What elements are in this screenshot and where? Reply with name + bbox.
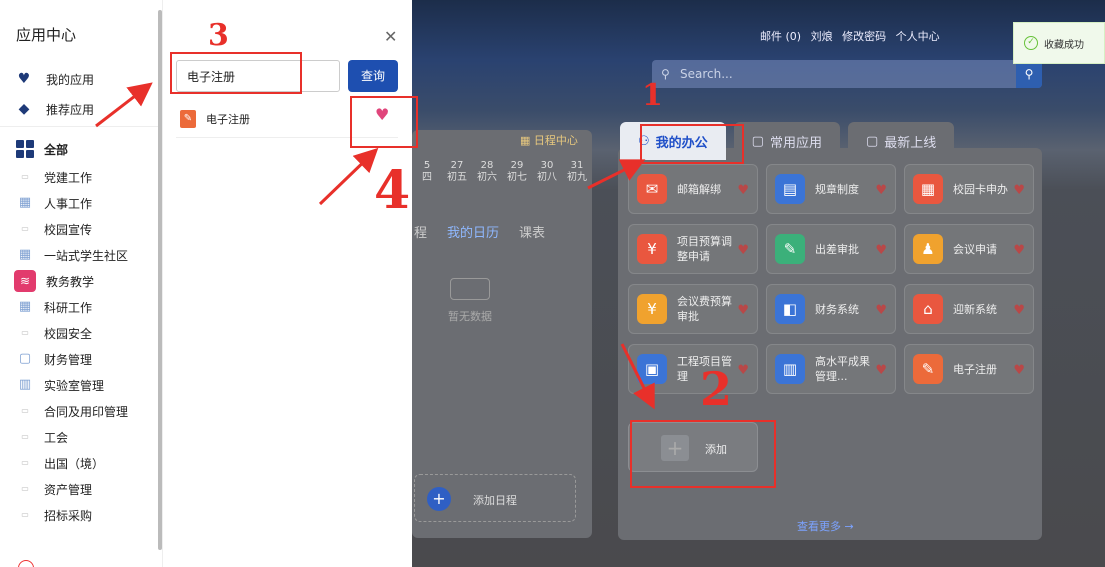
arrow-to-heart [318,147,379,206]
arrow-to-my-office [587,159,646,190]
arrow-to-add [620,343,655,410]
arrow-to-search [95,82,153,128]
annotation-arrows [95,82,655,410]
